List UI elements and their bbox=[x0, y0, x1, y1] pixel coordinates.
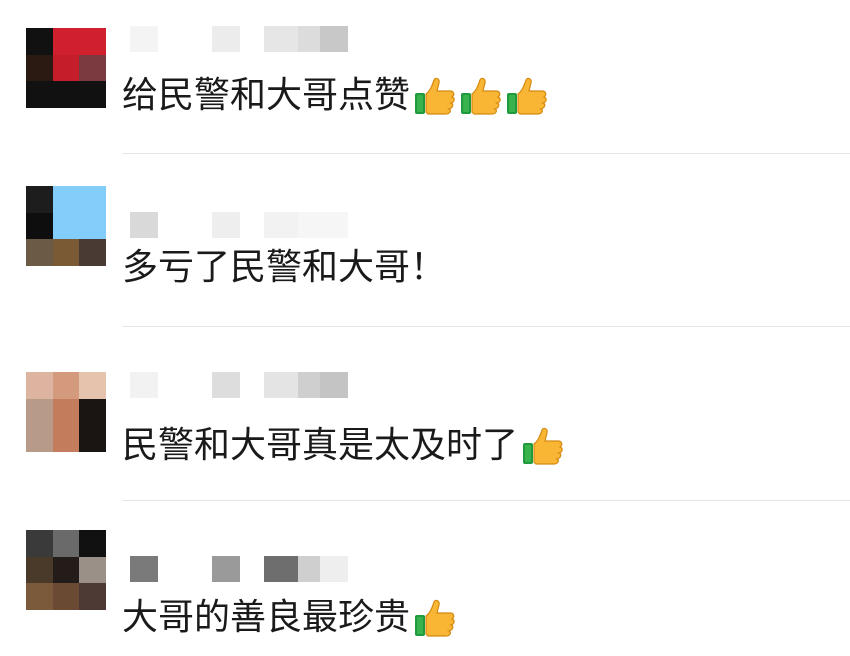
comment-text: 多亏了民警和大哥！ bbox=[122, 246, 446, 290]
username-blurred[interactable] bbox=[130, 212, 430, 240]
username-blurred[interactable] bbox=[130, 372, 430, 400]
comment-text: 大哥的善良最珍贵 bbox=[122, 596, 456, 640]
username-blurred[interactable] bbox=[130, 556, 430, 584]
avatar[interactable] bbox=[26, 530, 106, 610]
thumbs-up-icon bbox=[414, 598, 456, 638]
comment-text-content: 大哥的善良最珍贵 bbox=[122, 597, 411, 638]
divider bbox=[122, 500, 850, 501]
divider bbox=[122, 326, 850, 327]
comment-item: 大哥的善良最珍贵 bbox=[0, 0, 850, 638]
comment-text-content: 多亏了民警和大哥！ bbox=[122, 247, 447, 288]
comment-text: 民警和大哥真是太及时了 bbox=[122, 424, 564, 468]
avatar[interactable] bbox=[26, 186, 106, 266]
thumbs-up-icon bbox=[522, 426, 564, 466]
comment-text-content: 民警和大哥真是太及时了 bbox=[122, 425, 519, 466]
avatar[interactable] bbox=[26, 372, 106, 452]
